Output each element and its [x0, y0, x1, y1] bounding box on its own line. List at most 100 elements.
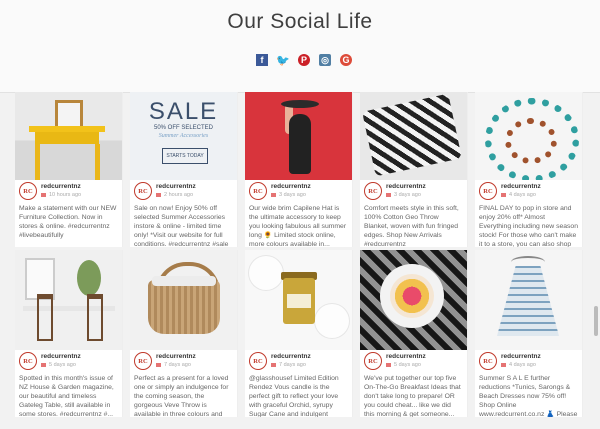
post-meta: RC redcurrentnz 7 days ago: [245, 352, 352, 372]
post-caption: Spotted in this month's issue of NZ Hous…: [19, 375, 114, 417]
post-photo[interactable]: [360, 250, 467, 350]
post-card[interactable]: RC redcurrentnz 5 days ago Spotted in th…: [15, 250, 123, 417]
post-meta: RC redcurrentnz 3 days ago: [360, 182, 467, 202]
post-caption: Make a statement with our NEW Furniture …: [19, 205, 117, 239]
post-meta: RC redcurrentnz 2 hours ago: [130, 182, 237, 202]
post-time: 4 days ago: [501, 192, 536, 198]
post-card[interactable]: RC redcurrentnz 3 days ago Comfort meets…: [360, 92, 468, 247]
post-photo[interactable]: [15, 92, 122, 180]
table-drawer: [35, 132, 99, 144]
share-bar: f 🐦 P ◎ G: [256, 54, 352, 67]
post-card[interactable]: RC redcurrentnz 4 days ago FINAL DAY to …: [475, 92, 583, 247]
post-caption: We've put together our top five On-The-G…: [364, 375, 461, 417]
page-title: Our Social Life: [227, 10, 373, 33]
post-username[interactable]: redcurrentnz: [501, 353, 541, 360]
post-username[interactable]: redcurrentnz: [501, 183, 541, 190]
instagram-icon: [386, 362, 391, 367]
sale-subheading: 50% OFF SELECTED: [153, 125, 213, 131]
post-username[interactable]: redcurrentnz: [271, 353, 311, 360]
geo-throw-blanket: [362, 93, 462, 177]
post-photo[interactable]: [475, 92, 582, 180]
avatar[interactable]: RC: [364, 352, 382, 370]
post-time: 5 days ago: [41, 362, 76, 368]
google-plus-icon[interactable]: G: [340, 54, 352, 66]
instagram-icon: [501, 362, 506, 367]
post-meta: RC redcurrentnz 5 days ago: [360, 352, 467, 372]
avatar[interactable]: RC: [249, 182, 267, 200]
post-photo[interactable]: [245, 92, 352, 180]
post-time: 3 days ago: [386, 192, 421, 198]
woven-basket: [148, 280, 220, 334]
post-photo[interactable]: [245, 250, 352, 350]
post-photo[interactable]: [475, 250, 582, 350]
instagram-icon: [271, 192, 276, 197]
post-photo[interactable]: [360, 92, 467, 180]
instagram-icon: [386, 192, 391, 197]
post-caption: Sale on now! Enjoy 50% off selected Summ…: [134, 205, 229, 247]
avatar[interactable]: RC: [479, 352, 497, 370]
post-username[interactable]: redcurrentnz: [386, 183, 426, 190]
post-card[interactable]: RC redcurrentnz 5 days ago We've put tog…: [360, 250, 468, 417]
post-username[interactable]: redcurrentnz: [271, 183, 311, 190]
post-username[interactable]: redcurrentnz: [41, 183, 81, 190]
post-photo[interactable]: SALE 50% OFF SELECTED Summer Accessories…: [130, 92, 237, 180]
folded-throw: [152, 276, 216, 286]
post-card[interactable]: SALE 50% OFF SELECTED Summer Accessories…: [130, 92, 238, 247]
post-username[interactable]: redcurrentnz: [41, 353, 81, 360]
avatar[interactable]: RC: [19, 352, 37, 370]
post-card[interactable]: RC redcurrentnz 10 hours ago Make a stat…: [15, 92, 123, 247]
post-time: 3 days ago: [271, 192, 306, 198]
post-card[interactable]: RC redcurrentnz 7 days ago @glasshousef …: [245, 250, 353, 417]
instagram-icon: [156, 192, 161, 197]
table-leg: [95, 144, 100, 180]
post-card[interactable]: RC redcurrentnz 7 days ago Perfect as a …: [130, 250, 238, 417]
avatar[interactable]: RC: [134, 352, 152, 370]
chair: [37, 294, 53, 341]
social-feed-grid: RC redcurrentnz 10 hours ago Make a stat…: [15, 92, 585, 247]
avatar[interactable]: RC: [19, 182, 37, 200]
post-caption: Summer S A L E further reductions *Tunic…: [479, 375, 578, 417]
avatar[interactable]: RC: [134, 182, 152, 200]
fruit-topping: [390, 274, 434, 318]
post-time: 7 days ago: [271, 362, 306, 368]
post-photo[interactable]: [130, 250, 237, 350]
post-caption: Comfort meets style in this soft, 100% C…: [364, 205, 459, 247]
candle-label: [287, 294, 311, 308]
instagram-icon: [501, 192, 506, 197]
post-caption: Perfect as a present for a loved one or …: [134, 375, 229, 417]
post-time: 2 hours ago: [156, 192, 193, 198]
twitter-icon[interactable]: 🐦: [276, 54, 290, 67]
post-username[interactable]: redcurrentnz: [156, 353, 196, 360]
post-time: 7 days ago: [156, 362, 191, 368]
post-caption: @glasshousef Limited Edition Rendez Vous…: [249, 375, 339, 417]
wide-brim-hat: [281, 100, 319, 108]
table-leg: [35, 144, 40, 180]
sale-heading: SALE: [148, 98, 219, 125]
avatar[interactable]: RC: [364, 182, 382, 200]
pinterest-icon[interactable]: P: [298, 54, 310, 66]
social-feed-grid-row-2: RC redcurrentnz 5 days ago Spotted in th…: [15, 250, 585, 417]
post-meta: RC redcurrentnz 7 days ago: [130, 352, 237, 372]
orchid-flower: [249, 256, 283, 290]
instagram-icon: [271, 362, 276, 367]
post-card[interactable]: RC redcurrentnz 4 days ago Summer S A L …: [475, 250, 583, 417]
facebook-icon[interactable]: f: [256, 54, 268, 66]
plant: [77, 260, 101, 296]
scrollbar-thumb[interactable]: [594, 306, 598, 336]
post-meta: RC redcurrentnz 3 days ago: [245, 182, 352, 202]
post-caption: Our wide brim Capilene Hat is the ultima…: [249, 205, 347, 247]
instagram-icon: [156, 362, 161, 367]
avatar[interactable]: RC: [249, 352, 267, 370]
instagram-icon: [41, 362, 46, 367]
post-username[interactable]: redcurrentnz: [386, 353, 426, 360]
avatar[interactable]: RC: [479, 182, 497, 200]
instagram-icon[interactable]: ◎: [319, 54, 331, 66]
post-meta: RC redcurrentnz 4 days ago: [475, 182, 582, 202]
post-photo[interactable]: [15, 250, 122, 350]
sale-start-badge: STARTS TODAY: [162, 148, 208, 164]
sale-category: Summer Accessories: [158, 133, 209, 139]
post-username[interactable]: redcurrentnz: [156, 183, 196, 190]
post-caption: FINAL DAY to pop in store and enjoy 20% …: [479, 205, 578, 247]
post-meta: RC redcurrentnz 4 days ago: [475, 352, 582, 372]
post-card[interactable]: RC redcurrentnz 3 days ago Our wide brim…: [245, 92, 353, 247]
